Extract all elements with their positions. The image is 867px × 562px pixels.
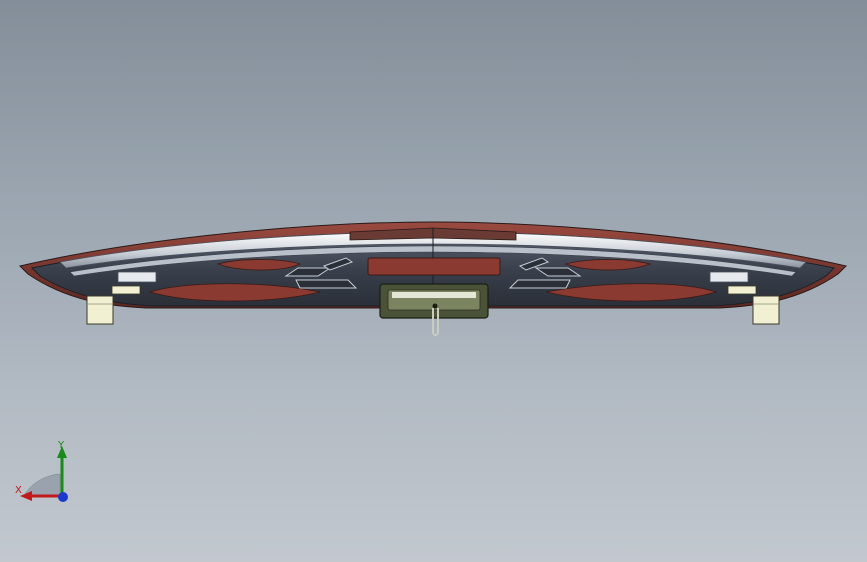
left-inner-pad (117, 271, 157, 283)
x-axis-label: X (15, 485, 22, 496)
z-axis-dot (58, 492, 68, 502)
triad-graphic (20, 446, 68, 502)
center-latch (379, 283, 489, 336)
cad-model-spoiler[interactable] (0, 0, 867, 562)
graphics-viewport[interactable]: Y X (0, 0, 867, 562)
center-light-panel (367, 257, 501, 276)
right-inner-pad (709, 271, 749, 283)
coordinate-triad: Y X (12, 440, 76, 510)
y-axis-label: Y (58, 440, 65, 451)
